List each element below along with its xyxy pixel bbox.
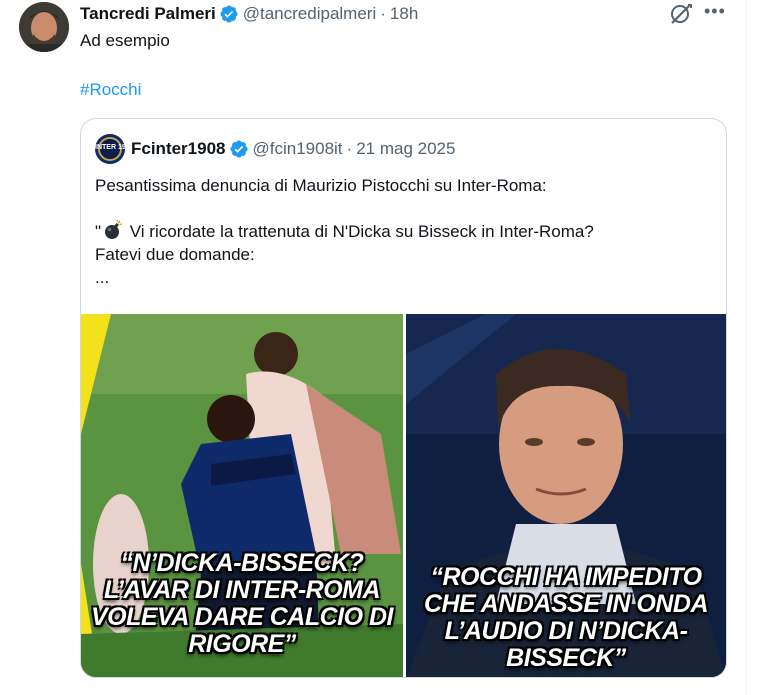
quoted-tweet-date[interactable]: 21 mag 2025 bbox=[356, 139, 455, 159]
image-right-pistocchi[interactable]: “ROCCHI HA IMPEDITO CHE ANDASSE IN ONDA … bbox=[406, 314, 726, 677]
quoted-media[interactable]: “N’DICKA-BISSECK? L’AVAR DI INTER-ROMA V… bbox=[81, 314, 726, 677]
quoted-line: ... bbox=[95, 268, 110, 287]
bomb-emoji-icon bbox=[103, 219, 123, 240]
quoted-author-handle[interactable]: @fcin1908it bbox=[253, 139, 343, 159]
tweet-time[interactable]: 18h bbox=[390, 4, 418, 24]
quoted-line-text: Vi ricordate la trattenuta di N'Dicka su… bbox=[125, 222, 594, 241]
quoted-tweet[interactable]: INTER 1908.IT Fcinter1908 @fcin1908it · … bbox=[80, 118, 727, 678]
quoted-author-name[interactable]: Fcinter1908 bbox=[131, 139, 226, 159]
quoted-line: " Vi ricordate la trattenuta di N'Dicka … bbox=[95, 219, 715, 243]
verified-badge-icon bbox=[219, 4, 239, 24]
image-left-caption: “N’DICKA-BISSECK? L’AVAR DI INTER-ROMA V… bbox=[90, 549, 394, 658]
author-name[interactable]: Tancredi Palmeri bbox=[80, 4, 216, 24]
quoted-tweet-text: Pesantissima denuncia di Maurizio Pistoc… bbox=[95, 174, 715, 289]
image-left-players[interactable]: “N’DICKA-BISSECK? L’AVAR DI INTER-ROMA V… bbox=[81, 314, 403, 677]
verified-badge-icon bbox=[229, 139, 249, 159]
tweet-text: Ad esempio bbox=[80, 31, 170, 50]
quoted-line: Fatevi due domande: bbox=[95, 245, 255, 264]
quoted-line: Pesantissima denuncia di Maurizio Pistoc… bbox=[95, 176, 547, 195]
timeline-divider bbox=[746, 0, 747, 695]
quoted-tweet-header: INTER 1908.IT Fcinter1908 @fcin1908it · … bbox=[95, 134, 455, 164]
quoted-avatar-logo-text: INTER 1908.IT bbox=[95, 144, 125, 151]
hashtag-link[interactable]: #Rocchi bbox=[80, 79, 141, 101]
image-right-caption: “ROCCHI HA IMPEDITO CHE ANDASSE IN ONDA … bbox=[423, 563, 709, 672]
separator-dot: · bbox=[346, 139, 353, 158]
author-handle[interactable]: @tancredipalmeri bbox=[243, 4, 376, 24]
author-avatar[interactable] bbox=[19, 2, 69, 52]
tweet-header: Tancredi Palmeri @tancredipalmeri · 18h bbox=[80, 3, 418, 25]
quote-mark: " bbox=[95, 222, 102, 241]
quoted-author-avatar[interactable]: INTER 1908.IT bbox=[95, 134, 125, 164]
grok-icon[interactable] bbox=[668, 2, 694, 26]
quoted-blank-line bbox=[95, 197, 715, 220]
more-icon[interactable]: ••• bbox=[704, 2, 728, 22]
separator-dot: · bbox=[380, 4, 386, 23]
